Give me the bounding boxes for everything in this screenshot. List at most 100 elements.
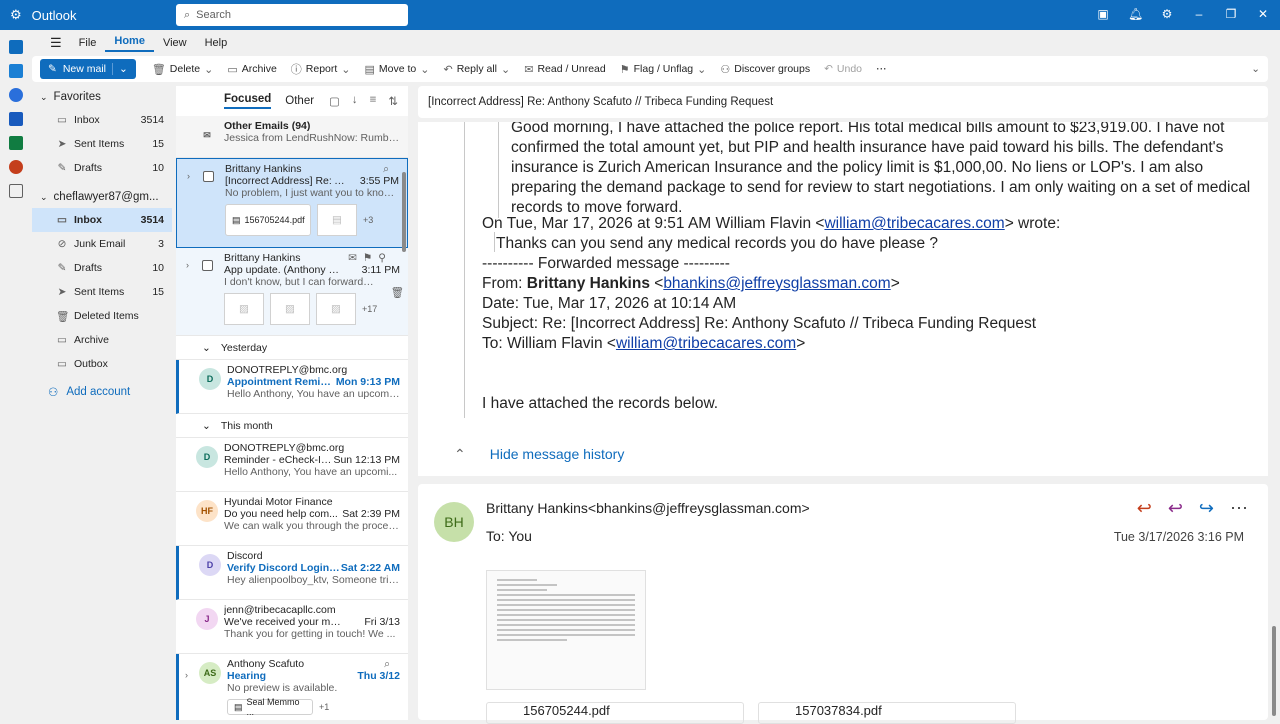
list-item[interactable]: › Brittany Hankins ✉ ⚑ ⚲ App update. (Anth…: [176, 248, 408, 336]
folder-archive[interactable]: ▭ Archive: [32, 328, 172, 352]
my-day-icon[interactable]: ▣: [1096, 7, 1110, 21]
attachment-thumbnail[interactable]: ▤: [317, 204, 357, 236]
move-to-button[interactable]: ▤ Move to ⌄: [359, 63, 436, 76]
account-header[interactable]: ⌄ cheflawyer87@gm...: [32, 186, 172, 208]
list-item[interactable]: D Discord Verify Discord Login fr... Sat …: [176, 546, 408, 600]
menu-view[interactable]: View: [154, 37, 196, 49]
folder-inbox[interactable]: ▭ Inbox 3514: [32, 208, 172, 232]
tab-other[interactable]: Other: [285, 95, 314, 107]
reply-icon[interactable]: ↩: [1137, 498, 1152, 519]
fav-sent-items[interactable]: ➤ Sent Items 15: [32, 132, 172, 156]
list-item[interactable]: D DONOTREPLY@bmc.org Appointment Remind.…: [176, 360, 408, 414]
minimize-icon[interactable]: –: [1192, 7, 1206, 21]
attachment-chip[interactable]: 156705244.pdf: [486, 702, 744, 724]
image-thumbnail[interactable]: ▨: [224, 293, 264, 325]
trash-icon: 🗑︎: [56, 310, 70, 323]
flag-button[interactable]: ⚑ Flag / Unflag ⌄: [614, 63, 713, 76]
more-options-button[interactable]: ⋯: [870, 63, 893, 75]
bell-icon[interactable]: 🔔︎: [1128, 7, 1143, 21]
flag-icon[interactable]: ⚑: [363, 252, 372, 264]
select-checkbox[interactable]: [203, 171, 214, 182]
pin-icon[interactable]: ⚲: [378, 252, 386, 264]
select-checkbox[interactable]: [202, 260, 213, 271]
tab-focused[interactable]: Focused: [224, 93, 272, 109]
reading-pane: [Incorrect Address] Re: Anthony Scafuto …: [418, 86, 1276, 724]
avatar: AS: [199, 662, 221, 684]
delete-button[interactable]: 🗑︎ Delete ⌄: [146, 63, 220, 76]
list-scrollbar[interactable]: [402, 172, 406, 252]
reading-scrollbar[interactable]: [1272, 626, 1276, 716]
attachment-chip[interactable]: 157037834.pdf: [758, 702, 1016, 724]
email-link[interactable]: william@tribecacares.com: [824, 215, 1004, 232]
chevron-right-icon[interactable]: ›: [187, 171, 190, 181]
excel-icon[interactable]: [9, 136, 23, 150]
list-item[interactable]: › AS Anthony Scafuto ⌕ Hearing Thu 3/12 N…: [176, 654, 408, 720]
chevron-down-icon[interactable]: ⌄: [112, 63, 128, 75]
apps-icon[interactable]: [9, 184, 23, 198]
email-link[interactable]: william@tribecacares.com: [616, 335, 796, 352]
folder-junk-email[interactable]: ⊘ Junk Email 3: [32, 232, 172, 256]
close-icon[interactable]: ✕: [1256, 7, 1270, 21]
jump-icon[interactable]: ↓: [352, 94, 358, 108]
folder-sent-items[interactable]: ➤ Sent Items 15: [32, 280, 172, 304]
mail-icon[interactable]: [9, 40, 23, 54]
on-date-line: On Tue, Mar 17, 2026 at 9:51 AM William …: [482, 215, 1061, 232]
filter-icon[interactable]: ≡: [370, 94, 377, 108]
maximize-icon[interactable]: ❐: [1224, 7, 1238, 21]
report-button[interactable]: ⓘ Report ⌄: [285, 61, 357, 77]
fav-drafts[interactable]: ✎ Drafts 10: [32, 156, 172, 180]
menu-file[interactable]: File: [70, 37, 106, 49]
ribbon-expand-chevron-icon[interactable]: ⌄: [1251, 63, 1260, 75]
email-link[interactable]: bhankins@jeffreysglassman.com: [663, 275, 890, 292]
reply-all-icon[interactable]: ↩: [1168, 498, 1183, 519]
favorites-header[interactable]: ⌄ Favorites: [32, 86, 172, 108]
sort-icon[interactable]: ⇅: [388, 94, 398, 108]
sender[interactable]: Brittany Hankins<bhankins@jeffreysglassm…: [486, 500, 810, 516]
section-header-yesterday[interactable]: ⌄ Yesterday: [176, 336, 408, 360]
folder-drafts[interactable]: ✎ Drafts 10: [32, 256, 172, 280]
word-icon[interactable]: [9, 112, 23, 126]
section-header-this-month[interactable]: ⌄ This month: [176, 414, 408, 438]
discover-groups-button[interactable]: ⚇ Discover groups: [714, 63, 816, 76]
reply-all-button[interactable]: ↶ Reply all ⌄: [438, 63, 517, 76]
image-thumbnail[interactable]: ▨: [270, 293, 310, 325]
image-thumbnail[interactable]: ▨: [316, 293, 356, 325]
inbox-icon: ▭: [57, 114, 67, 126]
chevron-right-icon[interactable]: ›: [186, 260, 189, 270]
forward-icon[interactable]: ↪: [1199, 498, 1214, 519]
list-item[interactable]: D DONOTREPLY@bmc.org Reminder - eCheck-I…: [176, 438, 408, 492]
hide-history-button[interactable]: ⌃ Hide message history: [454, 444, 624, 464]
list-item[interactable]: J jenn@tribecacapllc.com We've received …: [176, 600, 408, 654]
people-icon[interactable]: [9, 88, 23, 102]
menu-help[interactable]: Help: [196, 37, 237, 49]
folder-outbox[interactable]: ▭ Outbox: [32, 352, 172, 376]
folder-deleted-items[interactable]: 🗑︎ Deleted Items: [32, 304, 172, 328]
pdf-icon: ▤: [234, 701, 243, 712]
other-emails-row[interactable]: ✉ Other Emails (94) Jessica from LendRus…: [176, 116, 408, 158]
search-input[interactable]: ⌕ Search: [176, 4, 408, 26]
hamburger-icon[interactable]: ☰: [42, 35, 70, 51]
archive-button[interactable]: ▭ Archive: [221, 63, 282, 76]
add-account-link[interactable]: ⚇ Add account: [32, 380, 172, 404]
list-item[interactable]: › Brittany Hankins ⌕ [Incorrect Address]…: [176, 158, 408, 248]
envelope-icon[interactable]: ✉: [348, 252, 357, 264]
new-mail-button[interactable]: ✎ New mail ⌄: [40, 59, 136, 79]
powerpoint-icon[interactable]: [9, 160, 23, 174]
archive-icon: ▭: [227, 63, 238, 76]
select-icon[interactable]: ▢: [329, 94, 340, 108]
undo-button[interactable]: ↶ Undo: [818, 63, 868, 75]
attachment-preview[interactable]: [486, 570, 646, 690]
trash-icon[interactable]: 🗑︎: [391, 286, 404, 299]
chevron-right-icon[interactable]: ›: [185, 670, 188, 680]
hover-actions: ✉ ⚑ ⚲: [348, 252, 386, 264]
calendar-icon[interactable]: [9, 64, 23, 78]
attachment-chip[interactable]: ▤ Seal Memmo ...: [227, 697, 313, 717]
attachment-chip[interactable]: ▤ 156705244.pdf: [225, 204, 311, 236]
more-icon[interactable]: ⋯: [1230, 498, 1248, 519]
read-unread-button[interactable]: ✉ Read / Unread: [518, 63, 612, 76]
list-item[interactable]: HF Hyundai Motor Finance Do you need hel…: [176, 492, 408, 546]
gear-icon[interactable]: ⚙: [1160, 7, 1174, 21]
menu-home[interactable]: Home: [105, 35, 154, 52]
fav-inbox[interactable]: ▭ Inbox 3514: [32, 108, 172, 132]
folder-pane: ⌄ Favorites ▭ Inbox 3514 ➤ Sent Items 15 ✎ Dra…: [32, 86, 172, 720]
